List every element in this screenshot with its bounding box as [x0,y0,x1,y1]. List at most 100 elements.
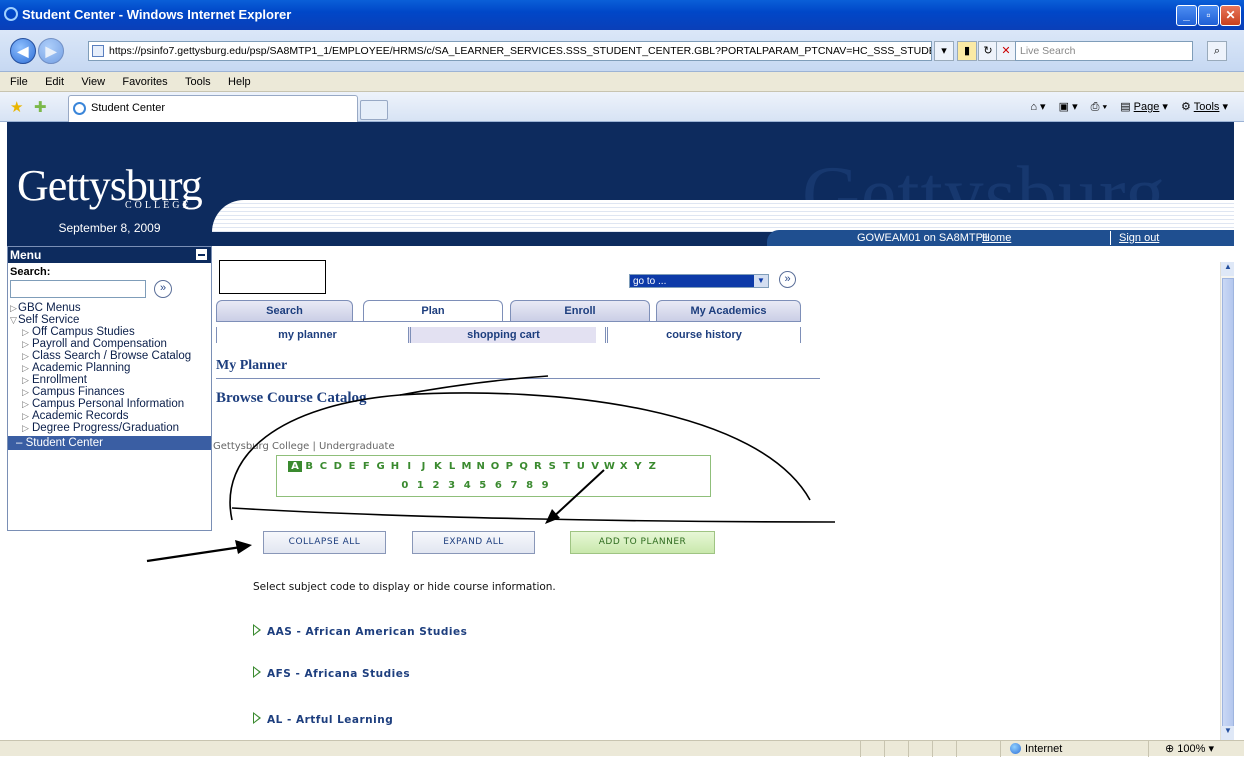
menu-item-campus-personal-info[interactable]: ▷ Campus Personal Information [20,398,211,410]
address-field[interactable]: https://psinfo7.gettysburg.edu/psp/SA8MT… [88,41,932,61]
digit-link-0[interactable]: 0 [397,480,413,491]
add-to-planner-button[interactable]: ADD TO PLANNER [570,531,715,554]
letter-link-c[interactable]: C [316,461,330,472]
tools-menu-button[interactable]: ⚙ Tools ▾ [1181,101,1228,113]
refresh-button[interactable]: ↻ [978,41,998,61]
scroll-down-icon[interactable]: ▼ [1221,726,1234,740]
letter-link-h[interactable]: H [388,461,402,472]
tab-enroll[interactable]: Enroll [510,300,650,322]
home-link[interactable]: Home [982,230,1011,246]
subtab-my-planner[interactable]: my planner [216,327,398,343]
browser-tab-student-center[interactable]: Student Center [68,95,358,122]
digit-link-3[interactable]: 3 [444,480,460,491]
vertical-scrollbar[interactable]: ▲ ▼ [1220,262,1234,740]
letter-link-n[interactable]: N [474,461,488,472]
letter-link-s[interactable]: S [545,461,559,472]
signout-link[interactable]: Sign out [1119,230,1159,246]
favorites-star-icon[interactable]: ★ [10,98,23,116]
letter-link-w[interactable]: W [602,461,616,472]
letter-link-b[interactable]: B [302,461,316,472]
menu-item-degree-progress[interactable]: ▷ Degree Progress/Graduation [20,422,211,434]
digit-link-8[interactable]: 8 [522,480,538,491]
collapse-all-button[interactable]: COLLAPSE ALL [263,531,386,554]
address-dropdown-button[interactable]: ▾ [934,41,954,61]
window-title-bar[interactable]: Student Center - Windows Internet Explor… [0,0,1244,30]
menu-favorites[interactable]: Favorites [122,72,167,92]
letter-link-f[interactable]: F [359,461,373,472]
print-icon[interactable]: ⎙ ▾ [1091,101,1107,113]
letter-link-m[interactable]: M [459,461,473,472]
digit-link-9[interactable]: 9 [537,480,553,491]
digit-link-5[interactable]: 5 [475,480,491,491]
collapse-menu-icon[interactable] [196,249,207,260]
subject-afs[interactable]: AFS - Africana Studies [253,666,410,680]
letter-link-i[interactable]: I [402,461,416,472]
subtab-shopping-cart[interactable]: shopping cart [408,327,596,343]
menu-item-academic-records[interactable]: ▷ Academic Records [20,410,211,422]
letter-link-o[interactable]: O [488,461,502,472]
digit-link-2[interactable]: 2 [428,480,444,491]
goto-go-icon[interactable]: » [779,271,796,288]
search-icon[interactable]: ⌕ [1207,41,1227,61]
menu-file[interactable]: File [10,72,28,92]
letter-link-k[interactable]: K [431,461,445,472]
new-tab-button[interactable] [360,100,388,120]
tab-my-academics[interactable]: My Academics [656,300,801,322]
expand-all-button[interactable]: EXPAND ALL [412,531,535,554]
letter-link-p[interactable]: P [502,461,516,472]
home-icon[interactable]: ⌂ ▾ [1030,101,1045,113]
subject-al[interactable]: AL - Artful Learning [253,712,393,726]
feeds-icon[interactable]: ▣ ▾ [1059,101,1078,113]
letter-link-z[interactable]: Z [645,461,659,472]
letter-link-q[interactable]: Q [516,461,530,472]
menu-help[interactable]: Help [228,72,251,92]
menu-item-off-campus[interactable]: ▷ Off Campus Studies [20,326,211,338]
letter-link-r[interactable]: R [531,461,545,472]
letter-link-e[interactable]: E [345,461,359,472]
menu-item-enrollment[interactable]: ▷ Enrollment [20,374,211,386]
lock-icon[interactable]: ▮ [957,41,977,61]
minimize-button[interactable]: _ [1176,5,1197,26]
maximize-button[interactable]: ▫ [1198,5,1219,26]
goto-select[interactable]: go to ... ▼ [629,274,769,288]
live-search-input[interactable]: Live Search [1015,41,1193,61]
letter-link-g[interactable]: G [373,461,387,472]
zoom-level[interactable]: ⊕ 100% ▾ [1165,742,1214,757]
digit-link-1[interactable]: 1 [413,480,429,491]
menu-item-class-search[interactable]: ▷ Class Search / Browse Catalog [20,350,211,362]
stop-button[interactable]: ✕ [996,41,1016,61]
menu-search-go-icon[interactable]: » [154,280,172,298]
letter-link-v[interactable]: V [588,461,602,472]
digit-link-7[interactable]: 7 [506,480,522,491]
letter-link-y[interactable]: Y [631,461,645,472]
menu-edit[interactable]: Edit [45,72,64,92]
menu-search-input[interactable] [10,280,146,298]
chevron-down-icon[interactable]: ▼ [754,275,768,287]
close-window-button[interactable]: ✕ [1220,5,1241,26]
menu-item-academic-planning[interactable]: ▷ Academic Planning [20,362,211,374]
scroll-up-icon[interactable]: ▲ [1221,262,1234,276]
letter-link-j[interactable]: J [416,461,430,472]
tab-plan[interactable]: Plan [363,300,503,322]
menu-item-self-service[interactable]: ▽ Self Service [8,314,211,326]
back-button[interactable]: ◀ [10,38,36,64]
letter-link-x[interactable]: X [617,461,631,472]
letter-link-l[interactable]: L [445,461,459,472]
letter-link-d[interactable]: D [331,461,345,472]
page-menu-button[interactable]: ▤ Page ▾ [1120,101,1168,113]
menu-item-campus-finances[interactable]: ▷ Campus Finances [20,386,211,398]
menu-tools[interactable]: Tools [185,72,211,92]
subtab-course-history[interactable]: course history [605,327,801,343]
digit-link-4[interactable]: 4 [459,480,475,491]
scroll-thumb[interactable] [1222,278,1234,738]
letter-link-u[interactable]: U [574,461,588,472]
tab-search[interactable]: Search [216,300,353,322]
forward-button[interactable]: ▶ [38,38,64,64]
menu-view[interactable]: View [81,72,105,92]
menu-item-student-center[interactable]: – Student Center [8,436,211,450]
letter-link-t[interactable]: T [559,461,573,472]
letter-link-a[interactable]: A [288,461,302,472]
menu-item-gbc-menus[interactable]: ▷ GBC Menus [8,302,211,314]
add-favorite-icon[interactable]: ✚ [34,98,47,116]
digit-link-6[interactable]: 6 [491,480,507,491]
